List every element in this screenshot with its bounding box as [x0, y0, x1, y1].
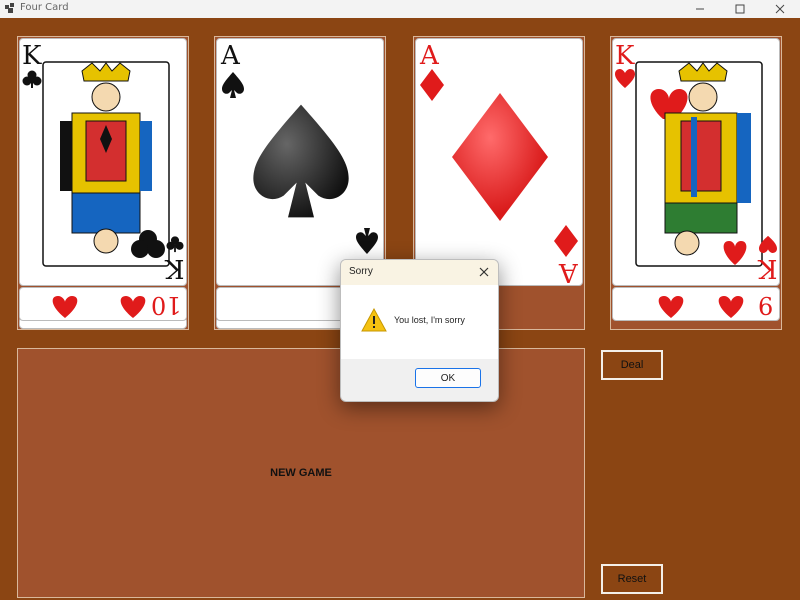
ok-button[interactable]: OK: [415, 368, 481, 388]
title-bar: Four Card: [0, 0, 800, 18]
warning-icon: [361, 308, 387, 332]
diamonds-icon: [452, 93, 548, 221]
dialog-title-bar: Sorry: [341, 260, 498, 285]
underlying-card: 9: [612, 287, 780, 321]
dialog-body: You lost, I'm sorry: [341, 285, 498, 359]
maximize-button[interactable]: [720, 0, 760, 18]
app-icon: [5, 3, 14, 13]
card-rank: K: [615, 41, 635, 71]
dialog-title: Sorry: [349, 266, 373, 277]
card-rank-bottom: A: [559, 257, 578, 286]
king-face-illustration: [42, 61, 170, 267]
hearts-icon: [658, 296, 744, 318]
close-icon: [775, 4, 785, 14]
clubs-icon: [22, 70, 42, 88]
card-slot-4[interactable]: 9 K K: [610, 36, 782, 330]
hearts-icon: [615, 69, 635, 88]
card-slot-1[interactable]: 10 K K: [17, 36, 189, 330]
dialog-message: You lost, I'm sorry: [394, 315, 465, 325]
card-rank-bottom: K: [757, 253, 777, 283]
reset-button[interactable]: Reset: [601, 564, 663, 594]
minimize-icon: [696, 8, 704, 10]
card-ace-of-spades[interactable]: A A: [216, 38, 384, 286]
underlying-card: 10: [19, 287, 187, 321]
maximize-icon: [735, 4, 745, 14]
card-rank: A: [221, 41, 240, 71]
deal-button[interactable]: Deal: [601, 350, 663, 380]
diamonds-icon: [554, 225, 578, 257]
dialog-close-button[interactable]: [476, 264, 492, 280]
card-rank: A: [420, 41, 439, 71]
new-game-label: NEW GAME: [270, 467, 332, 479]
spades-icon: [356, 228, 378, 254]
window-title: Four Card: [20, 2, 69, 13]
clubs-icon: [166, 236, 184, 253]
card-rank: K: [22, 41, 42, 71]
message-dialog: Sorry You lost, I'm sorry OK: [340, 259, 499, 402]
close-icon: [479, 267, 489, 277]
game-board[interactable]: NEW GAME: [17, 348, 585, 598]
diamonds-icon: [420, 69, 444, 101]
card-king-of-clubs[interactable]: K K: [19, 38, 187, 286]
close-button[interactable]: [760, 0, 800, 18]
spades-icon: [222, 72, 244, 98]
underlying-card-rank: 10: [151, 291, 182, 319]
card-ace-of-diamonds[interactable]: A A: [415, 38, 583, 286]
card-rank-bottom: K: [164, 253, 184, 283]
underlying-card-rank: 9: [757, 291, 773, 319]
minimize-button[interactable]: [680, 0, 720, 18]
spades-icon: [253, 104, 349, 218]
hearts-icon: [759, 235, 777, 253]
card-king-of-hearts[interactable]: K K: [612, 38, 780, 286]
king-face-illustration: [635, 61, 763, 267]
